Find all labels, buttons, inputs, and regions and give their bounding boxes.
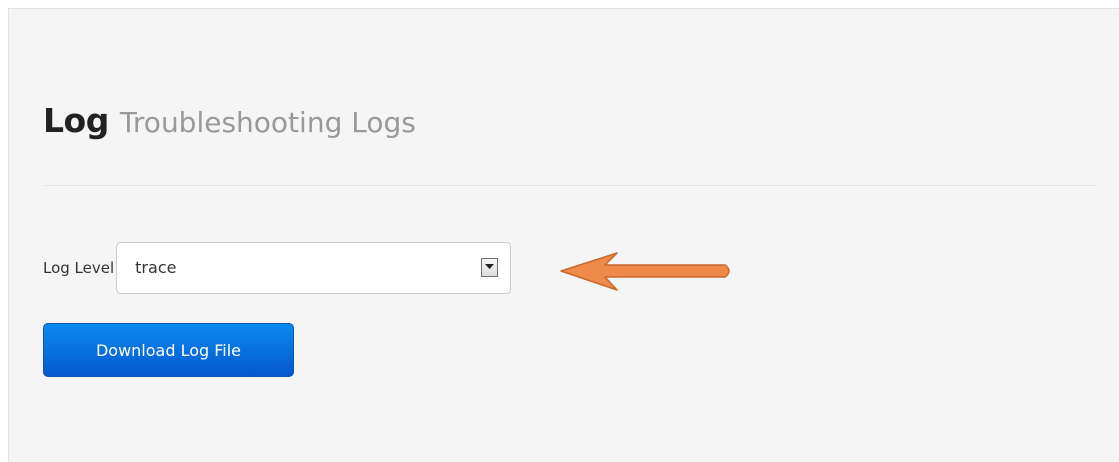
page-header: Log Troubleshooting Logs xyxy=(43,101,416,140)
log-level-selected-value: trace xyxy=(135,258,177,277)
page-subtitle: Troubleshooting Logs xyxy=(119,106,416,139)
arrow-left-icon xyxy=(560,252,730,291)
chevron-down-icon[interactable] xyxy=(481,258,499,277)
log-level-label: Log Level xyxy=(43,259,115,277)
content-panel: Log Troubleshooting Logs Log Level trace… xyxy=(8,8,1119,462)
page-title: Log xyxy=(43,101,109,140)
log-level-field: Log Level trace xyxy=(43,241,512,295)
download-log-file-button[interactable]: Download Log File xyxy=(43,323,294,377)
log-level-select[interactable]: trace xyxy=(116,242,512,294)
header-divider xyxy=(43,185,1097,186)
